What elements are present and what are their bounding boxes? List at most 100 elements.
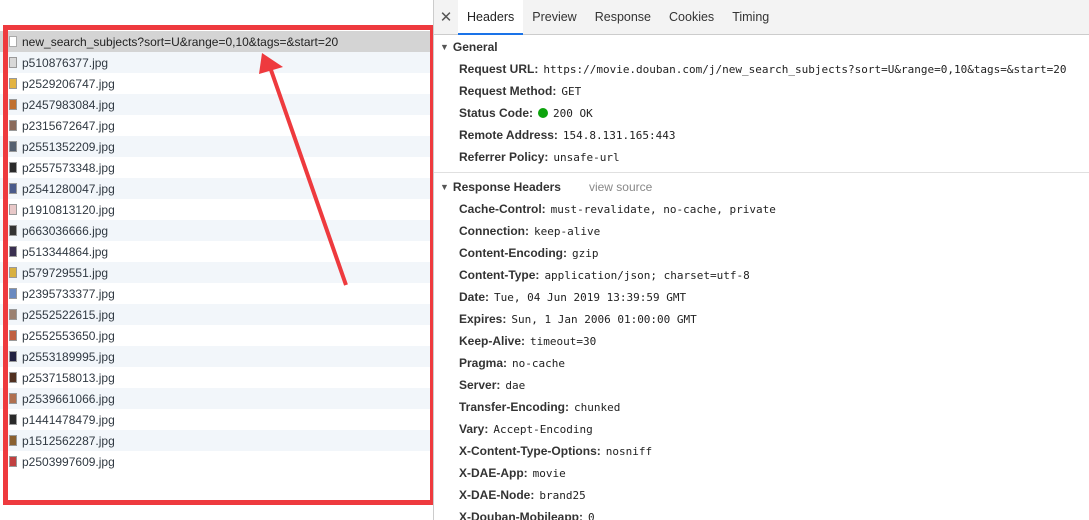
header-row: Status Code: 200 OK [434,102,1089,124]
status-ok-dot-icon [538,108,549,118]
request-row[interactable]: p2541280047.jpg [0,178,433,199]
header-value: dae [505,378,526,392]
image-thumb-icon [9,351,17,362]
tab-preview[interactable]: Preview [523,0,585,34]
request-row[interactable]: p1910813120.jpg [0,199,433,220]
header-key: Pragma: [459,356,508,370]
header-row: Pragma: no-cache [434,352,1089,374]
header-row: X-DAE-App: movie [434,462,1089,484]
header-key: Status Code: [459,106,534,120]
request-name: p2539661066.jpg [22,391,115,406]
tab-headers[interactable]: Headers [458,0,524,35]
request-row[interactable]: p2552522615.jpg [0,304,433,325]
request-name: p2529206747.jpg [22,76,115,91]
image-thumb-icon [9,246,17,257]
header-key: Transfer-Encoding: [459,400,570,414]
header-key: Request Method: [459,84,557,98]
request-row[interactable]: p2457983084.jpg [0,94,433,115]
header-value: GET [561,84,582,98]
image-thumb-icon [9,393,17,404]
request-row[interactable]: p579729551.jpg [0,262,433,283]
header-key: Request URL: [459,62,539,76]
view-source-link[interactable]: view source [589,180,652,194]
request-name: p2395733377.jpg [22,286,115,301]
request-row[interactable]: p2529206747.jpg [0,73,433,94]
image-thumb-icon [9,372,17,383]
header-key: Content-Type: [459,268,540,282]
request-name: p2537158013.jpg [22,370,115,385]
header-value: must-revalidate, no-cache, private [550,202,776,216]
request-row[interactable]: p2503997609.jpg [0,451,433,472]
image-thumb-icon [9,225,17,236]
header-row: Request URL: https://movie.douban.com/j/n… [434,58,1089,80]
header-value: Accept-Encoding [493,422,593,436]
header-key: Server: [459,378,501,392]
request-row[interactable]: p2395733377.jpg [0,283,433,304]
header-key: X-DAE-Node: [459,488,535,502]
request-row[interactable]: p2551352209.jpg [0,136,433,157]
header-row: Content-Encoding: gzip [434,242,1089,264]
request-name: p513344864.jpg [22,244,109,259]
image-thumb-icon [9,330,17,341]
header-key: X-DAE-App: [459,466,528,480]
tab-cookies[interactable]: Cookies [660,0,723,34]
image-thumb-icon [9,99,17,110]
request-row[interactable]: p663036666.jpg [0,220,433,241]
request-row[interactable]: p1441478479.jpg [0,409,433,430]
header-row: Transfer-Encoding: chunked [434,396,1089,418]
collapse-triangle-icon: ▼ [440,182,449,192]
header-key: Content-Encoding: [459,246,567,260]
general-section-header[interactable]: ▼ General [434,36,1089,58]
header-key: Referrer Policy: [459,150,549,164]
document-icon [9,36,17,47]
header-value: keep-alive [534,224,601,238]
general-section: ▼ General Request URL: https://movie.doub… [434,36,1089,168]
header-value: gzip [571,246,599,260]
header-value: timeout=30 [530,334,597,348]
header-key: Remote Address: [459,128,558,142]
request-row[interactable]: p1512562287.jpg [0,430,433,451]
request-row[interactable]: p2315672647.jpg [0,115,433,136]
header-key: X-Douban-Mobileapp: [459,510,583,520]
image-thumb-icon [9,141,17,152]
image-thumb-icon [9,456,17,467]
image-thumb-icon [9,78,17,89]
request-row[interactable]: p2537158013.jpg [0,367,433,388]
close-icon[interactable]: ✕ [434,0,458,34]
header-key: Connection: [459,224,529,238]
request-rows: new_search_subjects?sort=U&range=0,10&ta… [0,31,433,472]
request-name: p2551352209.jpg [22,139,115,154]
collapse-triangle-icon: ▼ [440,42,449,52]
header-row: X-DAE-Node: brand25 [434,484,1089,506]
request-name: p2553189995.jpg [22,349,115,364]
request-row[interactable]: p2557573348.jpg [0,157,433,178]
header-row: Request Method: GET [434,80,1089,102]
header-row: Date: Tue, 04 Jun 2019 13:39:59 GMT [434,286,1089,308]
request-row[interactable]: p2552553650.jpg [0,325,433,346]
header-row: Expires: Sun, 1 Jan 2006 01:00:00 GMT [434,308,1089,330]
request-name: p1910813120.jpg [22,202,115,217]
tab-timing[interactable]: Timing [723,0,778,34]
details-tab-bar: ✕ Headers Preview Response Cookies Timing [434,0,1089,35]
header-row: Vary: Accept-Encoding [434,418,1089,440]
header-row: Connection: keep-alive [434,220,1089,242]
header-value: 0 [587,510,595,520]
request-name: p1441478479.jpg [22,412,115,427]
header-value: https://movie.douban.com/j/new_search_su… [543,62,1067,76]
header-row: X-Content-Type-Options: nosniff [434,440,1089,462]
header-value: Sun, 1 Jan 2006 01:00:00 GMT [511,312,697,326]
header-key: Keep-Alive: [459,334,526,348]
request-row[interactable]: new_search_subjects?sort=U&range=0,10&ta… [0,31,433,52]
request-row[interactable]: p513344864.jpg [0,241,433,262]
header-value: 154.8.131.165:443 [562,128,676,142]
header-value: no-cache [512,356,566,370]
request-row[interactable]: p2553189995.jpg [0,346,433,367]
header-value: 200 OK [553,106,593,120]
header-key: Cache-Control: [459,202,546,216]
header-row: Content-Type: application/json; charset=u… [434,264,1089,286]
request-row[interactable]: p2539661066.jpg [0,388,433,409]
tab-response[interactable]: Response [586,0,660,34]
request-row[interactable]: p510876377.jpg [0,52,433,73]
response-headers-section-header[interactable]: ▼ Response Headers view source [434,176,1089,198]
image-thumb-icon [9,288,17,299]
